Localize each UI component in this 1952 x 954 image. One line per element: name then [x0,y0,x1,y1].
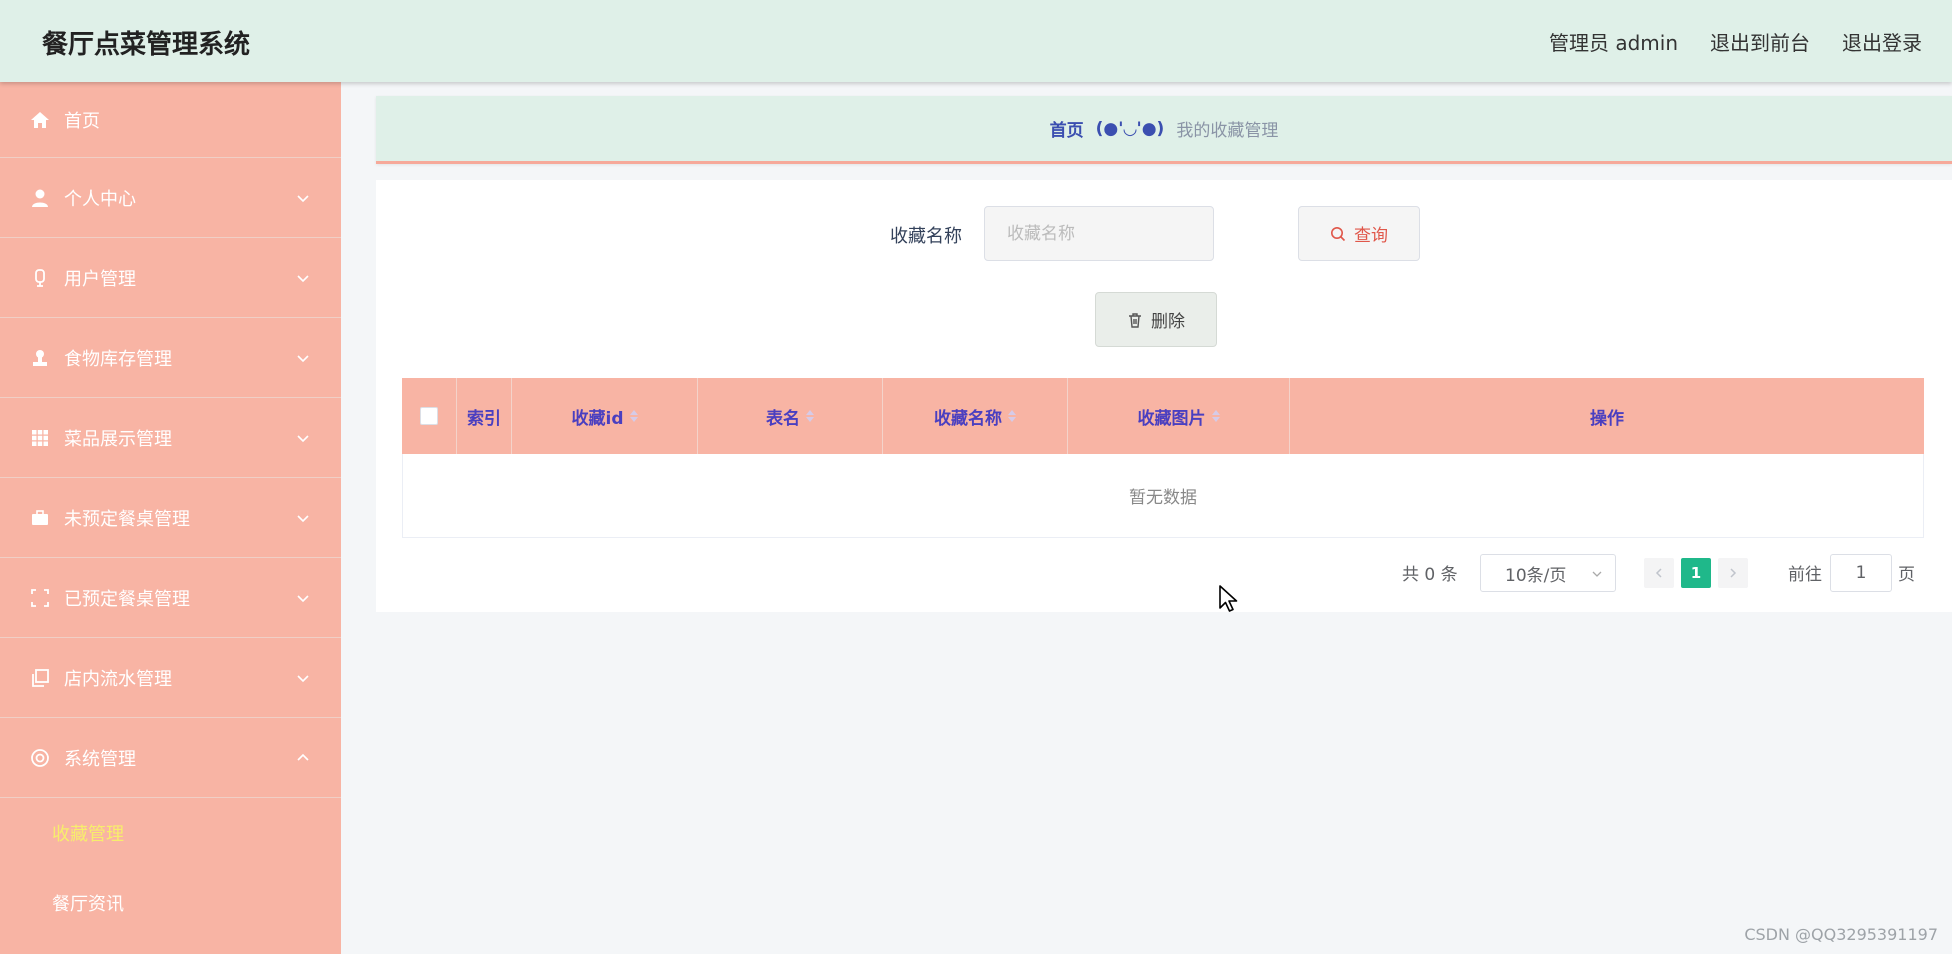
column-header-label: 操作 [1590,408,1624,429]
pagination-total: 共 0 条 [1402,565,1458,585]
grid-icon [28,426,52,450]
delete-button[interactable]: 删除 [1095,292,1217,347]
column-header-label: 收藏名称 [934,408,1002,429]
sidebar-item-label: 未预定餐桌管理 [64,508,190,530]
goto-page-input[interactable] [1830,554,1892,592]
sidebar-subitem-favorites[interactable]: 收藏管理 [0,798,341,868]
exit-to-front-link[interactable]: 退出到前台 [1710,27,1810,56]
page-unit-label: 页 [1898,565,1915,585]
column-header-index: 索引 [457,378,512,454]
sidebar-subitem-restaurant-news[interactable]: 餐厅资讯 [0,868,341,938]
page-size-select[interactable]: 10条/页 [1480,554,1616,592]
sort-icon[interactable] [806,410,814,422]
sidebar-item-store-transactions[interactable]: 店内流水管理 [0,638,341,718]
breadcrumb-current: 我的收藏管理 [1176,121,1279,141]
favorites-table: 索引 收藏id 表名 收藏名称 收藏图片 操作 暂无数据 [402,378,1924,538]
sort-icon[interactable] [629,410,638,422]
pagination: 共 0 条 10条/页 1 前往 页 [376,554,1952,592]
page-size-value: 10条/页 [1505,565,1567,586]
sidebar-item-label: 已预定餐桌管理 [64,588,190,610]
column-header-label: 表名 [766,408,800,429]
column-header-favorite-image[interactable]: 收藏图片 [1068,378,1290,454]
column-header-label: 索引 [467,408,501,429]
app-title: 餐厅点菜管理系统 [42,30,251,60]
briefcase-icon [28,506,52,530]
chevron-down-icon [297,514,309,522]
breadcrumb-separator: (●'◡'●) [1095,118,1165,139]
column-header-favorite-id[interactable]: 收藏id [512,378,698,454]
chevron-down-icon [297,194,309,202]
frame-icon [28,586,52,610]
user-icon [28,186,52,210]
query-button[interactable]: 查询 [1298,206,1420,261]
chevron-right-icon [1730,568,1737,578]
chevron-down-icon [1592,571,1602,577]
mouse-cursor-icon [1219,585,1238,612]
next-page-button[interactable] [1718,558,1748,588]
chevron-down-icon [297,434,309,442]
stamp-icon [28,346,52,370]
logout-link[interactable]: 退出登录 [1842,27,1922,56]
sidebar-item-label: 菜品展示管理 [64,428,172,450]
chevron-down-icon [297,674,309,682]
table-header: 索引 收藏id 表名 收藏名称 收藏图片 操作 [402,378,1924,454]
select-all-cell [402,378,457,454]
sidebar: 首页 个人中心 用户管理 食物库存管理 菜品展示管理 未预定餐桌管理 已预定餐桌… [0,82,341,954]
content-panel: 收藏名称 查询 删除 索引 收藏id 表名 收藏名称 [376,180,1952,612]
search-input[interactable] [984,206,1214,261]
breadcrumb-home-link[interactable]: 首页 [1050,116,1084,141]
home-icon [28,108,52,132]
sidebar-item-label: 系统管理 [64,748,136,770]
delete-button-label: 删除 [1151,312,1185,332]
phone-icon [28,266,52,290]
search-icon [1331,226,1346,241]
chevron-down-icon [297,354,309,362]
header-actions: 管理员 admin 退出到前台 退出登录 [1549,27,1922,56]
sidebar-item-label: 店内流水管理 [64,668,172,690]
column-header-actions: 操作 [1290,378,1924,454]
sidebar-item-unreserved-tables[interactable]: 未预定餐桌管理 [0,478,341,558]
goto-label: 前往 [1788,565,1822,585]
chevron-down-icon [297,594,309,602]
sort-icon[interactable] [1008,410,1016,422]
sidebar-item-system[interactable]: 系统管理 [0,718,341,798]
sidebar-item-label: 个人中心 [64,188,136,210]
breadcrumb: 首页 (●'◡'●) 我的收藏管理 [376,96,1952,164]
sort-icon[interactable] [1211,410,1220,422]
column-header-table-name[interactable]: 表名 [698,378,883,454]
sidebar-item-profile[interactable]: 个人中心 [0,158,341,238]
copy-icon [28,666,52,690]
query-button-label: 查询 [1354,226,1388,246]
sidebar-item-dishes[interactable]: 菜品展示管理 [0,398,341,478]
lifebuoy-icon [28,746,52,770]
chevron-down-icon [297,274,309,282]
column-header-favorite-name[interactable]: 收藏名称 [883,378,1068,454]
sidebar-item-reserved-tables[interactable]: 已预定餐桌管理 [0,558,341,638]
select-all-checkbox[interactable] [420,407,438,425]
empty-text: 暂无数据 [1129,488,1197,508]
search-label: 收藏名称 [890,226,962,247]
sidebar-item-label: 用户管理 [64,268,136,290]
sidebar-item-label: 食物库存管理 [64,348,172,370]
prev-page-button[interactable] [1644,558,1674,588]
sidebar-item-home[interactable]: 首页 [0,82,341,158]
sidebar-item-label: 首页 [64,110,100,132]
chevron-up-icon [297,753,309,761]
admin-label: 管理员 admin [1548,31,1678,55]
watermark: CSDN @QQ3295391197 [1744,925,1938,944]
column-header-label: 收藏id [571,408,624,429]
column-header-label: 收藏图片 [1137,408,1206,429]
sidebar-item-food-inventory[interactable]: 食物库存管理 [0,318,341,398]
trash-icon [1129,312,1141,328]
chevron-left-icon [1655,568,1662,578]
table-empty-row: 暂无数据 [402,454,1924,538]
sidebar-item-users[interactable]: 用户管理 [0,238,341,318]
top-header: 餐厅点菜管理系统 管理员 admin 退出到前台 退出登录 [0,0,1952,82]
page-number-button[interactable]: 1 [1681,558,1711,588]
